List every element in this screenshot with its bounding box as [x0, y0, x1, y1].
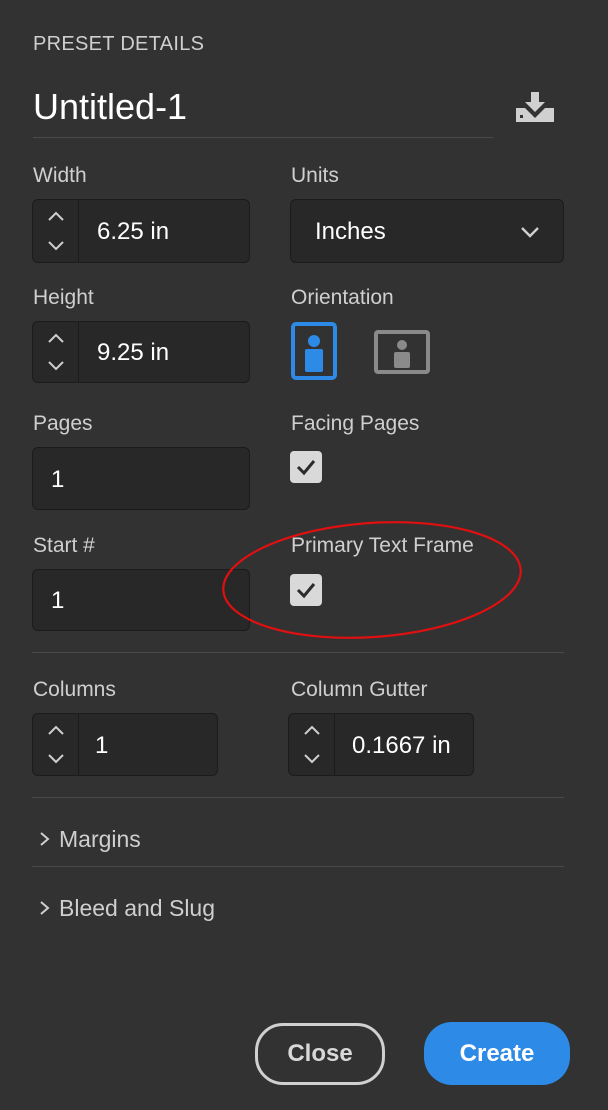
chevron-down-icon[interactable]: [46, 753, 66, 765]
section-title: PRESET DETAILS: [33, 33, 205, 55]
margins-expander[interactable]: Margins: [37, 824, 141, 854]
columns-label: Columns: [33, 678, 116, 701]
chevron-right-icon: [40, 832, 50, 846]
width-value[interactable]: 6.25 in: [97, 200, 169, 264]
facing-pages-checkbox[interactable]: [290, 451, 322, 483]
divider: [32, 866, 564, 867]
close-button[interactable]: Close: [255, 1023, 385, 1085]
chevron-down-icon[interactable]: [46, 360, 66, 372]
column-gutter-stepper[interactable]: [289, 714, 335, 775]
width-label: Width: [33, 164, 87, 187]
bleed-and-slug-expander[interactable]: Bleed and Slug: [37, 893, 215, 923]
columns-field[interactable]: 1: [32, 713, 218, 776]
column-gutter-value[interactable]: 0.1667 in: [352, 714, 451, 777]
chevron-down-icon[interactable]: [46, 240, 66, 252]
chevron-down-icon[interactable]: [302, 753, 322, 765]
bleed-and-slug-label: Bleed and Slug: [59, 894, 216, 921]
units-label: Units: [291, 164, 339, 187]
checkmark-icon: [296, 460, 316, 476]
chevron-up-icon[interactable]: [46, 724, 66, 736]
chevron-up-icon[interactable]: [46, 210, 66, 222]
margins-label: Margins: [59, 825, 141, 852]
width-stepper[interactable]: [33, 200, 79, 262]
chevron-up-icon[interactable]: [46, 332, 66, 344]
columns-stepper[interactable]: [33, 714, 79, 775]
chevron-up-icon[interactable]: [302, 724, 322, 736]
facing-pages-label: Facing Pages: [291, 412, 420, 435]
chevron-right-icon: [40, 901, 50, 915]
annotation-ellipse: [222, 521, 522, 639]
pages-label: Pages: [33, 412, 93, 435]
height-field[interactable]: 9.25 in: [32, 321, 250, 383]
height-stepper[interactable]: [33, 322, 79, 382]
create-button[interactable]: Create: [424, 1022, 570, 1085]
column-gutter-field[interactable]: 0.1667 in: [288, 713, 474, 776]
columns-value[interactable]: 1: [95, 714, 108, 777]
document-name-input[interactable]: Untitled-1: [33, 86, 187, 128]
units-value: Inches: [315, 218, 386, 245]
height-value[interactable]: 9.25 in: [97, 322, 169, 384]
landscape-orientation-icon[interactable]: [374, 330, 430, 374]
save-preset-icon[interactable]: [512, 90, 558, 128]
pages-value: 1: [51, 466, 65, 493]
units-select[interactable]: Inches: [290, 199, 564, 263]
start-number-value: 1: [51, 587, 65, 614]
height-label: Height: [33, 286, 94, 309]
start-number-label: Start #: [33, 534, 95, 557]
pages-input[interactable]: 1: [32, 447, 250, 510]
name-underline: [33, 137, 493, 138]
divider: [32, 652, 564, 653]
width-field[interactable]: 6.25 in: [32, 199, 250, 263]
portrait-orientation-icon[interactable]: [291, 322, 337, 380]
orientation-label: Orientation: [291, 286, 394, 309]
chevron-down-icon: [521, 227, 539, 238]
divider: [32, 797, 564, 798]
start-number-input[interactable]: 1: [32, 569, 250, 631]
column-gutter-label: Column Gutter: [291, 678, 428, 701]
